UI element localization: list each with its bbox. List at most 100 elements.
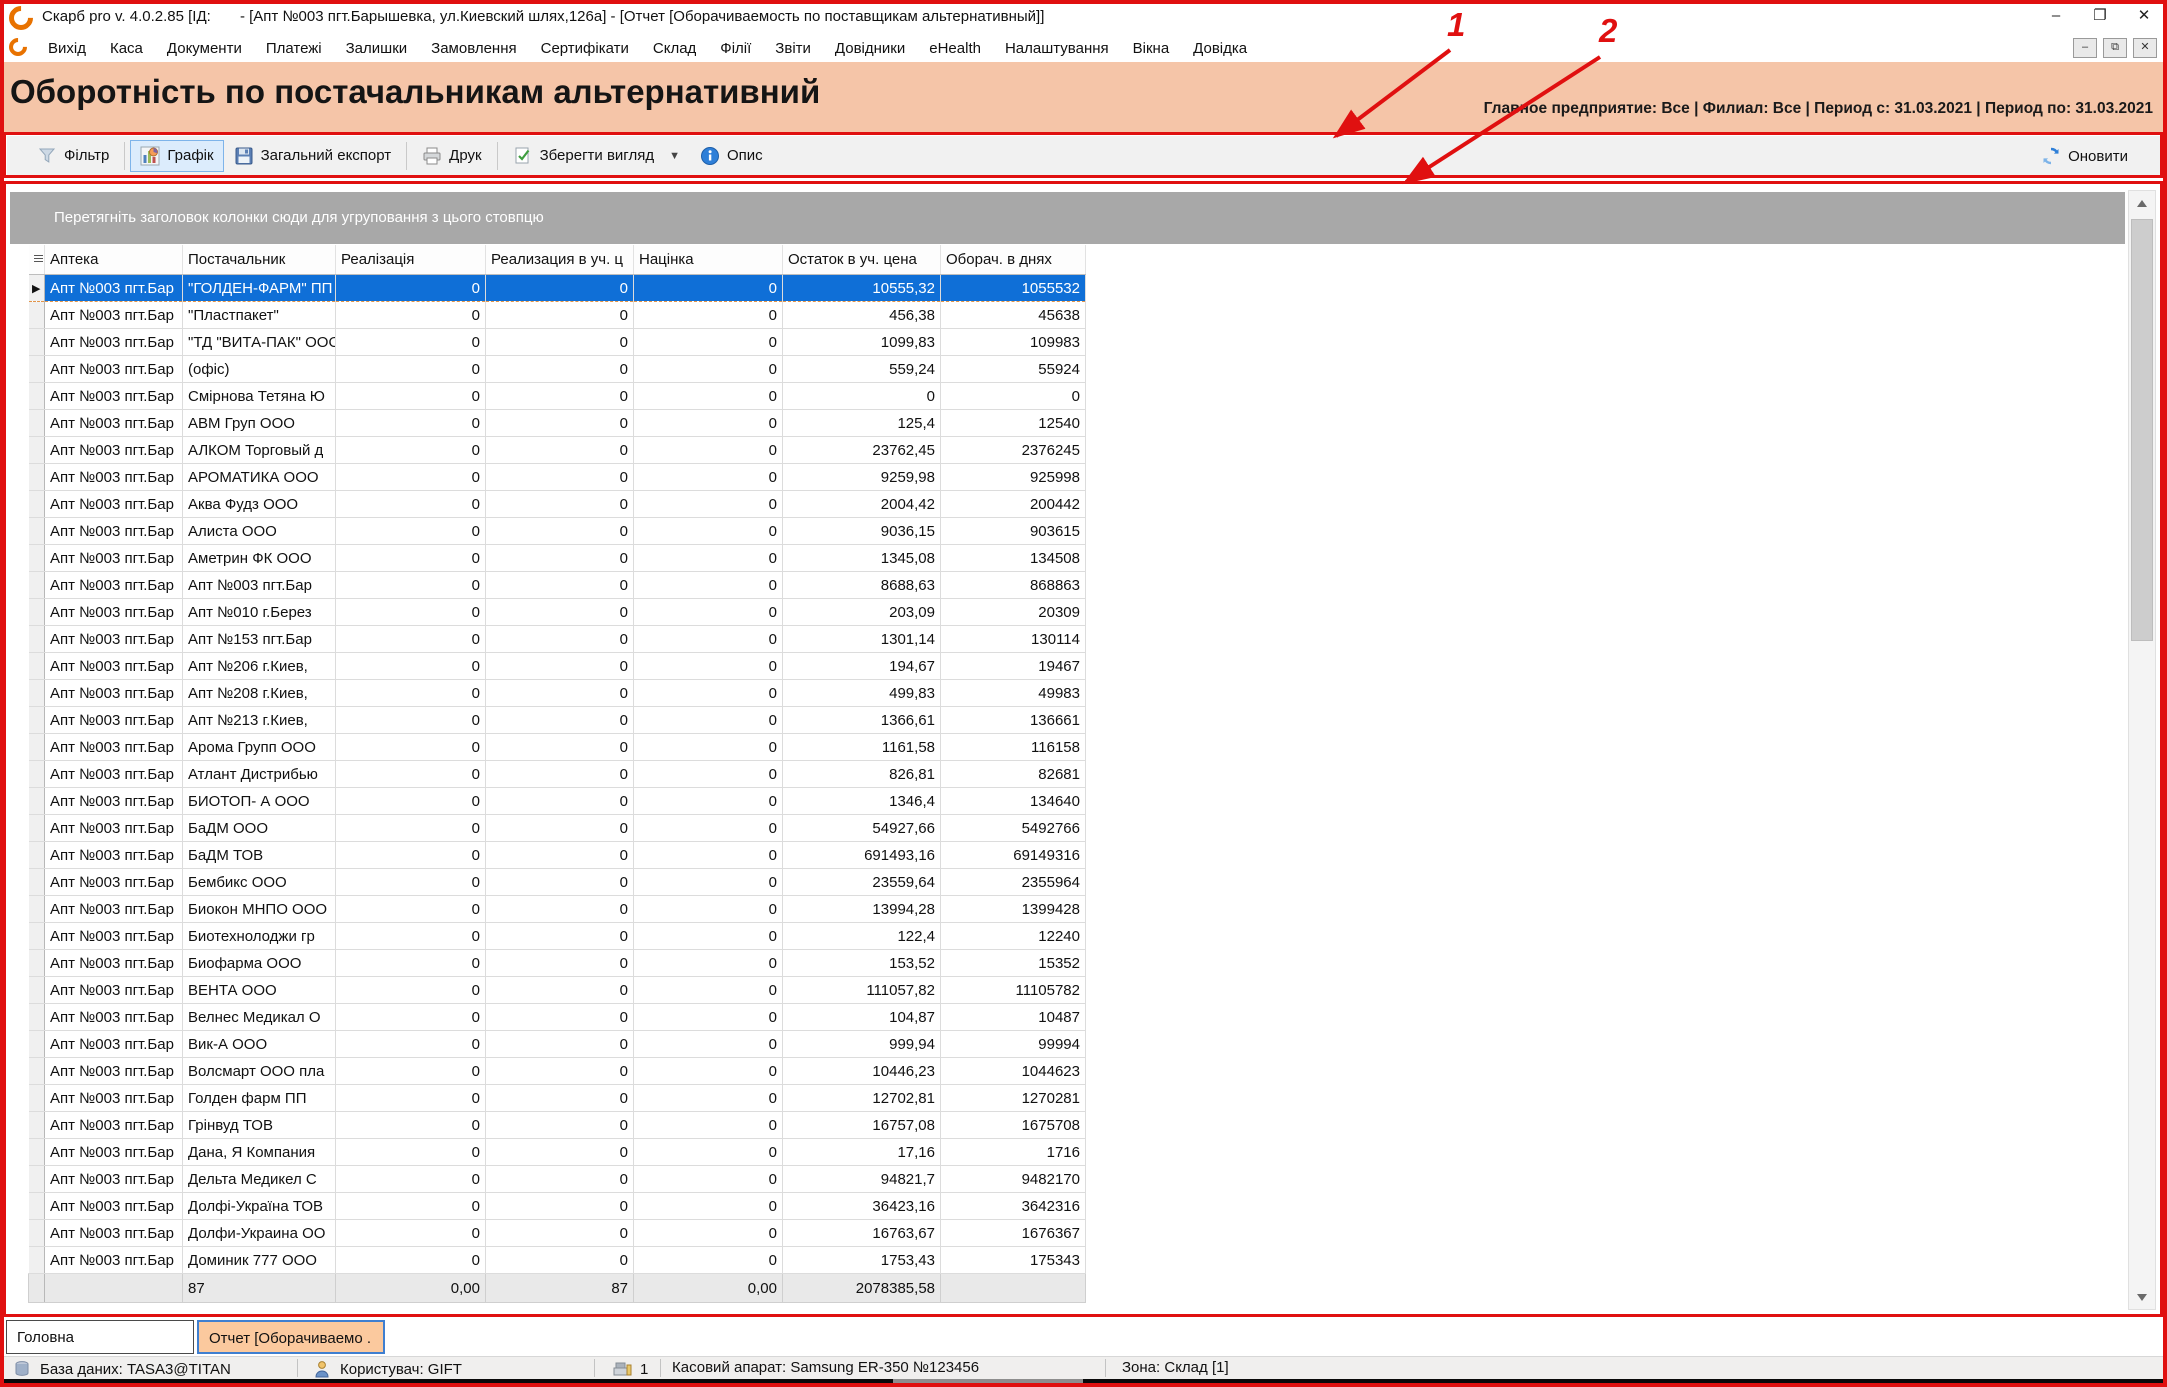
table-row[interactable]: Апт №003 пгт.БарАлиста ООО0009036,159036… xyxy=(29,518,1086,545)
export-icon xyxy=(234,146,254,166)
child-minimize-button[interactable]: – xyxy=(2073,38,2097,58)
export-button[interactable]: Загальний експорт xyxy=(224,140,402,172)
column-header[interactable]: Оборач. в днях xyxy=(941,245,1086,275)
menu-item[interactable]: Сертифікати xyxy=(529,40,641,57)
table-row[interactable]: Апт №003 пгт.БарДана, Я Компания00017,16… xyxy=(29,1139,1086,1166)
table-row[interactable]: Апт №003 пгт.БарАпт №208 г.Киев,000499,8… xyxy=(29,680,1086,707)
menu-item[interactable]: eHealth xyxy=(917,40,993,57)
menu-item[interactable]: Замовлення xyxy=(419,40,528,57)
save-view-button[interactable]: Зберегти вигляд▼ xyxy=(503,140,690,172)
scrollbar-thumb[interactable] xyxy=(2131,219,2153,641)
cell: 1270281 xyxy=(941,1085,1086,1112)
tab[interactable]: Отчет [Оборачиваемо . xyxy=(197,1320,385,1354)
table-row[interactable]: Апт №003 пгт.БарАметрин ФК ООО0001345,08… xyxy=(29,545,1086,572)
table-row[interactable]: Апт №003 пгт.БарДоминик 777 ООО0001753,4… xyxy=(29,1247,1086,1274)
table-row[interactable]: Апт №003 пгт.БарАква Фудз ООО0002004,422… xyxy=(29,491,1086,518)
menu-item[interactable]: Вихід xyxy=(36,40,98,57)
table-row[interactable]: Апт №003 пгт.БарАпт №213 г.Киев,0001366,… xyxy=(29,707,1086,734)
table-row[interactable]: Апт №003 пгт.БарАЛКОМ Торговый д00023762… xyxy=(29,437,1086,464)
table-row[interactable]: Апт №003 пгт.БарБиокон МНПО ООО00013994,… xyxy=(29,896,1086,923)
table-row[interactable]: Апт №003 пгт.БарВелнес Медикал О000104,8… xyxy=(29,1004,1086,1031)
cell: 134508 xyxy=(941,545,1086,572)
minimize-button[interactable]: – xyxy=(2041,5,2071,27)
info-icon xyxy=(700,146,720,166)
vertical-scrollbar[interactable] xyxy=(2128,190,2156,1310)
table-row[interactable]: Апт №003 пгт.Бар(офіс)000559,2455924 xyxy=(29,356,1086,383)
menu-item[interactable]: Звіти xyxy=(763,40,823,57)
row-indicator xyxy=(29,518,45,545)
menu-item[interactable]: Філії xyxy=(708,40,763,57)
toolbar-button-label: Загальний експорт xyxy=(261,147,392,164)
column-header[interactable]: Остаток в уч. цена xyxy=(783,245,941,275)
table-row[interactable]: Апт №003 пгт.БарАпт №153 пгт.Бар0001301,… xyxy=(29,626,1086,653)
menu-item[interactable]: Документи xyxy=(155,40,254,57)
table-row[interactable]: Апт №003 пгт.БарВЕНТА ООО000111057,82111… xyxy=(29,977,1086,1004)
cell: 134640 xyxy=(941,788,1086,815)
group-by-panel[interactable]: Перетягніть заголовок колонки сюди для у… xyxy=(10,192,2125,244)
database-label: База даних: TASA3@TITAN xyxy=(40,1361,231,1378)
toolbar-separator xyxy=(124,142,125,170)
table-row[interactable]: Апт №003 пгт.БарДельта Медикел С00094821… xyxy=(29,1166,1086,1193)
child-restore-button[interactable]: ⧉ xyxy=(2103,38,2127,58)
refresh-button[interactable]: Оновити xyxy=(2031,140,2138,172)
row-indicator xyxy=(29,788,45,815)
table-row[interactable]: Апт №003 пгт.БарАрома Групп ООО0001161,5… xyxy=(29,734,1086,761)
table-row[interactable]: Апт №003 пгт.БарАпт №010 г.Берез000203,0… xyxy=(29,599,1086,626)
table-row[interactable]: Апт №003 пгт.БарГолден фарм ПП00012702,8… xyxy=(29,1085,1086,1112)
menu-item[interactable]: Довідники xyxy=(823,40,917,57)
chart-button[interactable]: Графік xyxy=(130,140,223,172)
table-row[interactable]: Апт №003 пгт.БарБаДМ ТОВ000691493,166914… xyxy=(29,842,1086,869)
table-row[interactable]: Апт №003 пгт.БарВолсмарт ООО пла00010446… xyxy=(29,1058,1086,1085)
child-close-button[interactable]: ✕ xyxy=(2133,38,2157,58)
table-row[interactable]: Апт №003 пгт.БарСмірнова Тетяна Ю00000 xyxy=(29,383,1086,410)
cell: 0 xyxy=(336,1085,486,1112)
menu-item[interactable]: Налаштування xyxy=(993,40,1121,57)
cell: 0 xyxy=(486,1112,634,1139)
table-row[interactable]: Апт №003 пгт.БарВик-А ООО000999,9499994 xyxy=(29,1031,1086,1058)
print-button[interactable]: Друк xyxy=(412,140,491,172)
table-row[interactable]: Апт №003 пгт.БарАпт №003 пгт.Бар0008688,… xyxy=(29,572,1086,599)
info-button[interactable]: Опис xyxy=(690,140,773,172)
close-button[interactable]: ✕ xyxy=(2129,5,2159,27)
column-header[interactable]: Націнка xyxy=(634,245,783,275)
count-label: 1 xyxy=(640,1361,648,1378)
table-row[interactable]: Апт №003 пгт.БарАРОМАТИКА ООО0009259,989… xyxy=(29,464,1086,491)
column-header[interactable]: Постачальник xyxy=(183,245,336,275)
chevron-down-icon[interactable]: ▼ xyxy=(669,150,680,162)
column-header[interactable]: Реализация в уч. ц xyxy=(486,245,634,275)
table-row[interactable]: Апт №003 пгт.БарБиофарма ООО000153,52153… xyxy=(29,950,1086,977)
scroll-down-arrow-icon[interactable] xyxy=(2129,1285,2155,1309)
scroll-up-arrow-icon[interactable] xyxy=(2129,191,2155,215)
menu-item[interactable]: Платежі xyxy=(254,40,334,57)
table-row[interactable]: Апт №003 пгт.БарАтлант Дистрибью000826,8… xyxy=(29,761,1086,788)
restore-button[interactable]: ❐ xyxy=(2085,5,2115,27)
table-row[interactable]: Апт №003 пгт.БарАпт №206 г.Киев,000194,6… xyxy=(29,653,1086,680)
cell: 0 xyxy=(336,302,486,329)
filter-button[interactable]: Фільтр xyxy=(27,140,119,172)
menu-item[interactable]: Каса xyxy=(98,40,155,57)
menu-item[interactable]: Залишки xyxy=(334,40,420,57)
table-row[interactable]: Апт №003 пгт.БарБембикс ООО00023559,6423… xyxy=(29,869,1086,896)
menu-item[interactable]: Склад xyxy=(641,40,708,57)
table-row[interactable]: Апт №003 пгт.БарДолфи-Украина ОО00016763… xyxy=(29,1220,1086,1247)
menu-item[interactable]: Довідка xyxy=(1181,40,1259,57)
cell: 0 xyxy=(634,680,783,707)
table-row[interactable]: Апт №003 пгт.БарБаДМ ООО00054927,6654927… xyxy=(29,815,1086,842)
column-header[interactable]: Аптека xyxy=(45,245,183,275)
table-row[interactable]: ▶Апт №003 пгт.Бар"ГОЛДЕН-ФАРМ" ПП0001055… xyxy=(29,275,1086,302)
menu-item[interactable]: Вікна xyxy=(1121,40,1182,57)
cell: Апт №003 пгт.Бар xyxy=(45,329,183,356)
table-row[interactable]: Апт №003 пгт.Бар"Пластпакет"000456,38456… xyxy=(29,302,1086,329)
save-view-icon xyxy=(513,146,533,166)
tab[interactable]: Головна xyxy=(6,1320,194,1354)
table-row[interactable]: Апт №003 пгт.БарБИОТОП- А ООО0001346,413… xyxy=(29,788,1086,815)
table-row[interactable]: Апт №003 пгт.Бар"ТД "ВИТА-ПАК" ООО000109… xyxy=(29,329,1086,356)
table-row[interactable]: Апт №003 пгт.БарБиотехнолоджи гр000122,4… xyxy=(29,923,1086,950)
cell: Апт №003 пгт.Бар xyxy=(45,842,183,869)
table-row[interactable]: Апт №003 пгт.БарДолфі-Україна ТОВ0003642… xyxy=(29,1193,1086,1220)
table-row[interactable]: Апт №003 пгт.БарАВМ Груп ООО000125,41254… xyxy=(29,410,1086,437)
cell: 0 xyxy=(486,788,634,815)
cell: Арома Групп ООО xyxy=(183,734,336,761)
column-header[interactable]: Реалізація xyxy=(336,245,486,275)
table-row[interactable]: Апт №003 пгт.БарГрінвуд ТОВ00016757,0816… xyxy=(29,1112,1086,1139)
